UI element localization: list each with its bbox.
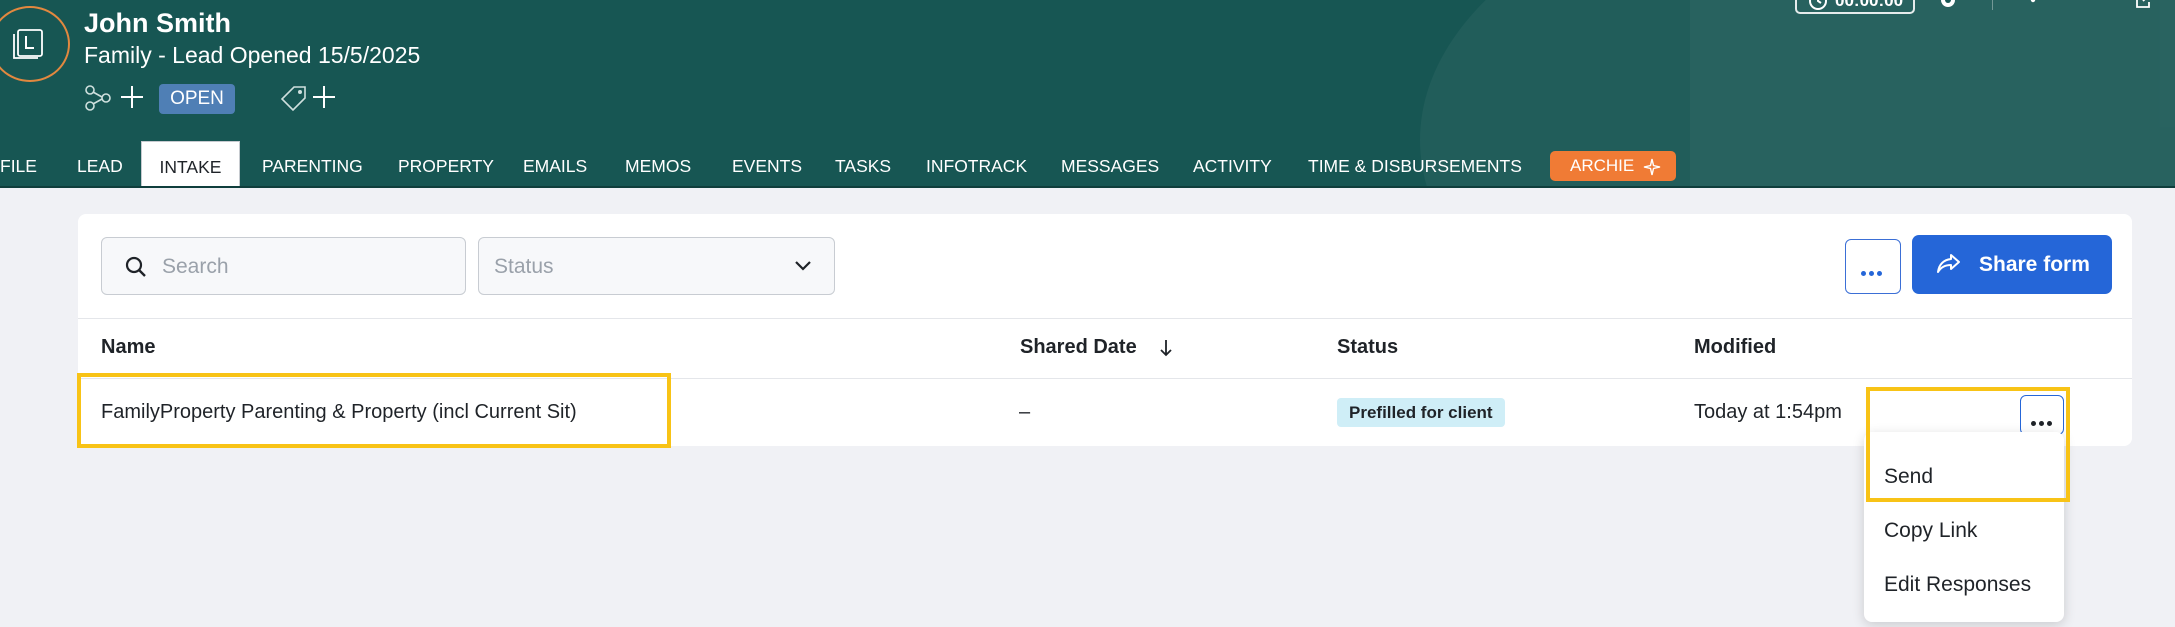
header-divider [1992,0,1993,10]
header-row-divider [78,378,2132,379]
row-actions-menu: Send Copy Link Edit Responses [1864,432,2064,622]
tag-icon[interactable] [280,84,308,117]
tab-infotrack[interactable]: INFOTRACK [926,141,1027,187]
archie-button[interactable]: ARCHIE [1550,151,1676,181]
menu-item-send[interactable]: Send [1884,465,1933,489]
more-options-button[interactable] [1845,239,1901,294]
tab-activity[interactable]: ACTIVITY [1193,141,1272,187]
header-bottom-border [0,186,2175,188]
status-badge: OPEN [159,84,235,114]
relationship-icon[interactable] [84,84,112,117]
timer-icon [1809,0,1827,10]
tab-memos[interactable]: MEMOS [625,141,691,187]
tab-messages[interactable]: MESSAGES [1061,141,1159,187]
share-form-label: Share form [1979,253,2090,276]
timer-button[interactable]: 00:00:00 [1795,0,1915,14]
column-header-modified[interactable]: Modified [1694,336,1776,359]
matter-subtitle: Family - Lead Opened 15/5/2025 [84,42,421,68]
menu-item-edit-responses[interactable]: Edit Responses [1884,573,2031,597]
row-more-button[interactable] [2020,395,2064,435]
tab-emails[interactable]: EMAILS [523,141,587,187]
search-input[interactable] [162,252,442,282]
tab-lead[interactable]: LEAD [77,141,123,187]
row-name[interactable]: FamilyProperty Parenting & Property (inc… [101,401,577,424]
tab-property[interactable]: PROPERTY [398,141,494,187]
add-tag-icon[interactable] [311,84,337,115]
chevron-down-icon [795,261,811,271]
timer-value: 00:00:00 [1835,0,1904,10]
kebab-icon[interactable] [2030,0,2036,15]
matter-header: John Smith Family - Lead Opened 15/5/202… [0,0,2175,188]
share-arrow-icon [1937,254,1960,273]
tab-events[interactable]: EVENTS [732,141,802,187]
search-icon [125,256,146,277]
tab-time-disbursements[interactable]: TIME & DISBURSEMENTS [1308,141,1522,187]
archie-label: ARCHIE [1570,156,1635,175]
tab-intake[interactable]: INTAKE [141,141,240,187]
share-form-button[interactable]: Share form [1912,235,2112,294]
tab-parenting[interactable]: PARENTING [262,141,363,187]
popout-icon[interactable] [2134,0,2154,15]
ellipsis-icon [2031,413,2055,431]
menu-item-copy-link[interactable]: Copy Link [1884,519,1977,543]
sparkle-icon [1643,158,1661,176]
column-header-status[interactable]: Status [1337,336,1398,359]
status-select-placeholder: Status [494,255,554,278]
status-select[interactable]: Status [478,237,835,295]
row-shared-date: – [1019,401,1031,423]
column-header-name[interactable]: Name [101,336,155,359]
arrow-down-icon[interactable] [1158,338,1174,363]
tab-file[interactable]: FILE [0,141,37,187]
ellipsis-icon [1861,263,1885,281]
row-modified: Today at 1:54pm [1694,401,1842,423]
toolbar-divider [78,318,2132,319]
file-l-icon [0,6,70,82]
search-field[interactable] [101,237,466,295]
header-decor [1690,0,2175,188]
client-name: John Smith [84,8,231,38]
gear-icon[interactable] [1936,0,1960,17]
add-relationship-icon[interactable] [119,84,145,115]
row-status-badge: Prefilled for client [1337,398,1505,427]
tab-tasks[interactable]: TASKS [835,141,891,187]
column-header-shared-date[interactable]: Shared Date [1020,336,1137,359]
